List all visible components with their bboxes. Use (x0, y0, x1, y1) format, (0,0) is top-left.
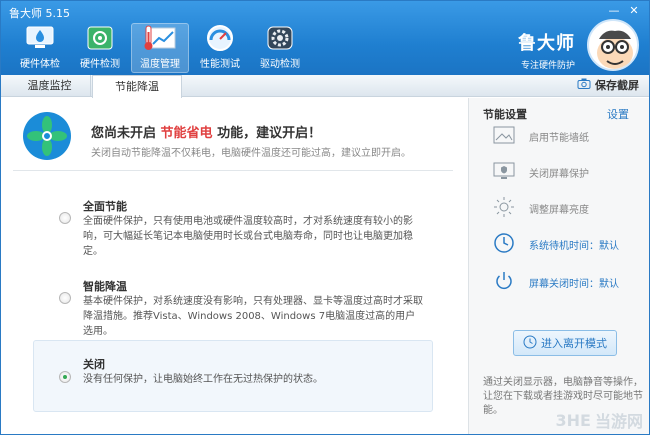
setting-screensaver[interactable]: 关闭屏幕保护 (491, 158, 641, 186)
side-title: 节能设置 (483, 108, 527, 121)
setting-wallpaper[interactable]: 启用节能墙纸 (491, 122, 641, 150)
tool-driver[interactable]: 驱动检测 (251, 23, 309, 73)
tool-hardware-detect[interactable]: 硬件检测 (71, 23, 129, 73)
top-toolbar: 鲁大师 5.15 — ✕ 硬件体检 硬件检测 温度管理 性能测试 驱动检测 鲁大… (1, 1, 649, 75)
option-desc: 全面硬件保护，只有使用电池或硬件温度较高时，才对系统速度有较小的影响，可大幅延长… (83, 216, 413, 257)
window-controls: — ✕ (605, 4, 643, 18)
hero-subtitle: 关闭自动节能降温不仅耗电，电脑硬件温度还可能过高，建议立即开启。 (91, 148, 411, 159)
option-title: 关闭 (83, 358, 105, 371)
tool-temperature[interactable]: 温度管理 (131, 23, 189, 73)
radio-off[interactable] (59, 371, 71, 383)
setting-screen-off-time[interactable]: 屏幕关闭时间：默认 (491, 268, 641, 296)
thermometer-chart-icon (131, 23, 189, 53)
hero-title-text: 您尚未开启 (91, 126, 161, 141)
settings-link[interactable]: 设置 (607, 106, 629, 122)
mascot-avatar (587, 19, 639, 71)
setting-label: 启用节能墙纸 (529, 133, 589, 144)
app-title: 鲁大师 5.15 (9, 7, 70, 20)
setting-label: 关闭屏幕保护 (529, 169, 589, 180)
setting-label: 系统待机时间：默认 (529, 241, 619, 252)
brightness-icon (491, 194, 517, 220)
energy-settings-panel: 节能设置 设置 启用节能墙纸 关闭屏幕保护 调整屏幕亮度 系统待机时间：默认 屏… (468, 98, 649, 434)
tool-label: 驱动检测 (260, 59, 300, 70)
save-screenshot-button[interactable]: 保存截屏 (577, 75, 639, 97)
gear-box-icon (251, 23, 309, 53)
brand-slogan: 专注硬件防护 (520, 61, 575, 71)
tool-label: 温度管理 (140, 59, 180, 70)
main-panel: 您尚未开启 节能省电 功能，建议开启！ 关闭自动节能降温不仅耗电，电脑硬件温度还… (1, 98, 467, 434)
setting-label: 屏幕关闭时间：默认 (529, 279, 619, 290)
speedometer-icon (191, 23, 249, 53)
tool-hardware-check[interactable]: 硬件体检 (11, 23, 69, 73)
tab-temperature-monitor[interactable]: 温度监控 (9, 75, 91, 97)
screen-shield-icon (491, 158, 517, 184)
clock-icon (491, 230, 517, 256)
hero-title: 您尚未开启 节能省电 功能，建议开启！ (91, 122, 321, 141)
option-title: 智能降温 (83, 280, 127, 293)
sub-tabs: 温度监控 节能降温 保存截屏 (1, 75, 649, 98)
divider (13, 170, 453, 171)
power-icon (491, 268, 517, 294)
setting-label: 调整屏幕亮度 (529, 205, 589, 216)
clock-icon (523, 335, 537, 352)
brand-name: 鲁大师 (518, 33, 575, 54)
radio-full-saving[interactable] (59, 212, 71, 224)
fan-icon (23, 112, 71, 160)
tool-performance[interactable]: 性能测试 (191, 23, 249, 73)
radio-smart-cooling[interactable] (59, 292, 71, 304)
option-title: 全面节能 (83, 200, 127, 213)
watermark-logo: 3HE (555, 410, 591, 430)
tool-label: 硬件体检 (20, 59, 60, 70)
leave-mode-button[interactable]: 进入离开模式 (513, 330, 617, 356)
hero-title-text: 功能，建议开启！ (212, 126, 322, 141)
watermark-text: 当游网 (594, 412, 643, 431)
close-button[interactable]: ✕ (625, 4, 643, 18)
tab-energy-saving[interactable]: 节能降温 (92, 75, 182, 98)
watermark: 3HE 当游网 (556, 408, 643, 432)
tool-label: 硬件检测 (80, 59, 120, 70)
tool-label: 性能测试 (200, 59, 240, 70)
monitor-drop-icon (11, 23, 69, 53)
app-window: 鲁大师 5.15 — ✕ 硬件体检 硬件检测 温度管理 性能测试 驱动检测 鲁大… (0, 0, 650, 435)
hero-title-highlight: 节能省电 (160, 126, 213, 141)
save-screenshot-label: 保存截屏 (595, 79, 639, 92)
option-desc: 基本硬件保护，对系统速度没有影响，只有处理器、显卡等温度过高时才采取降温措施。推… (83, 296, 423, 337)
brand: 鲁大师 专注硬件防护 (518, 29, 575, 71)
main-tools: 硬件体检 硬件检测 温度管理 性能测试 驱动检测 (11, 23, 311, 73)
option-desc: 没有任何保护，让电脑始终工作在无过热保护的状态。 (83, 374, 323, 385)
circuit-board-icon (71, 23, 129, 53)
leave-mode-label: 进入离开模式 (541, 337, 607, 350)
image-icon (491, 122, 517, 148)
setting-standby-time[interactable]: 系统待机时间：默认 (491, 230, 641, 258)
minimize-button[interactable]: — (605, 4, 623, 18)
setting-brightness[interactable]: 调整屏幕亮度 (491, 194, 641, 222)
camera-icon (577, 75, 591, 97)
